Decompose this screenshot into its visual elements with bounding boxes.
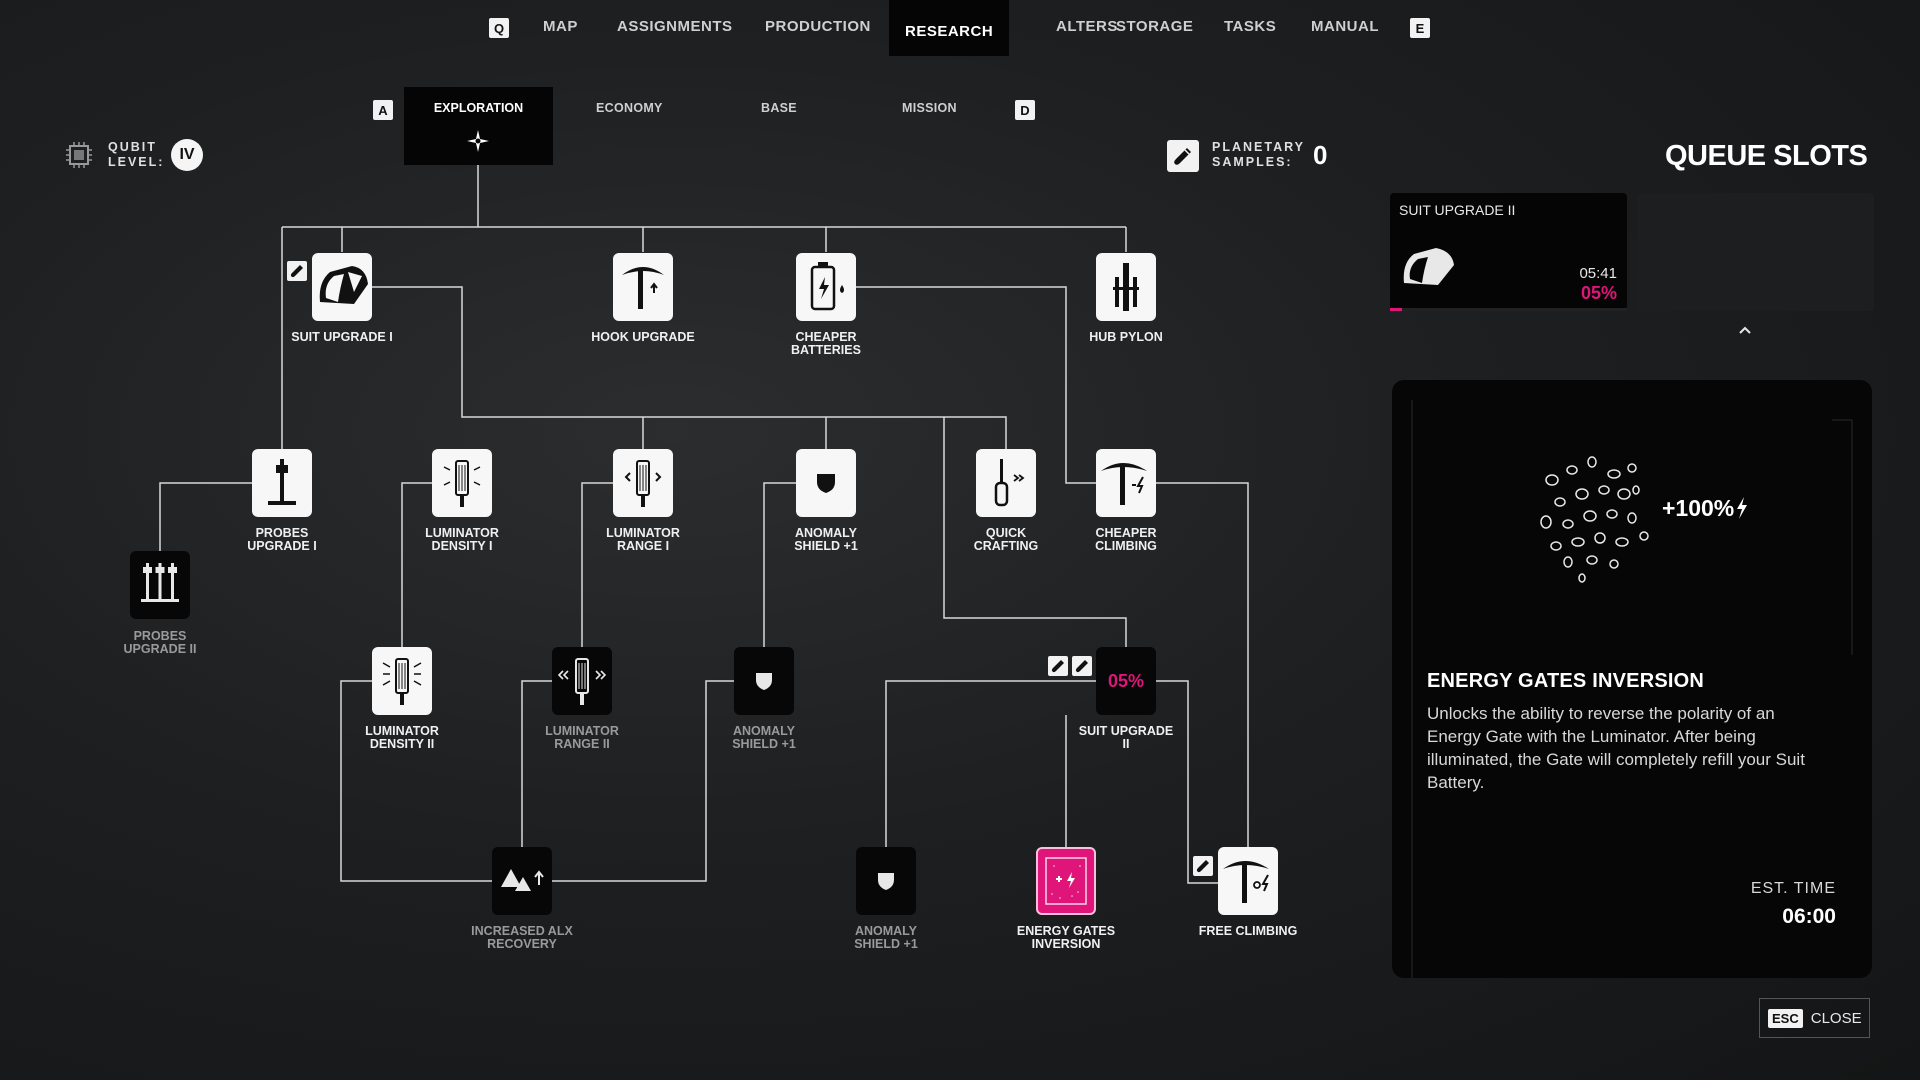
info-bonus-text: +100%: [1662, 495, 1735, 521]
shield-icon: [756, 673, 772, 690]
close-button[interactable]: ESC CLOSE: [1759, 998, 1870, 1038]
luminator-icon: [382, 658, 422, 705]
node-increased-alx-recovery[interactable]: [492, 847, 552, 915]
est-time-value: 06:00: [1782, 905, 1836, 928]
screwdriver-icon: [994, 459, 1025, 507]
sample-requirement-icon: [1072, 656, 1092, 676]
node-cheaper-batteries[interactable]: [796, 253, 856, 321]
label-anomaly-shield-b: ANOMALY SHIELD +1: [732, 724, 796, 751]
label-anomaly-shield-c: ANOMALY SHIELD +1: [854, 924, 918, 951]
energy-gate-icon: [1045, 857, 1087, 905]
label-increased-alx-recovery: INCREASED ALX RECOVERY: [471, 924, 573, 951]
label-luminator-density-1: LUMINATOR DENSITY I: [425, 526, 499, 553]
label-luminator-density-2: LUMINATOR DENSITY II: [365, 724, 439, 751]
node-anomaly-shield-a[interactable]: [796, 449, 856, 517]
node-luminator-range-1[interactable]: [613, 449, 673, 517]
battery-icon: [810, 262, 844, 311]
label-free-climbing: FREE CLIMBING: [1198, 924, 1298, 938]
queue-slot-1-progress-text: 05%: [1580, 283, 1617, 303]
queue-slot-1-progress-fill: [1390, 308, 1402, 311]
pickaxe-icon: [1101, 463, 1147, 505]
crystals-icon: [1540, 456, 1649, 583]
sample-requirement-icon: [1048, 656, 1068, 676]
helmet-icon: [319, 266, 368, 304]
node-suit-upgrade-1[interactable]: [312, 253, 372, 321]
node-suit-upgrade-2[interactable]: 05%: [1096, 647, 1156, 715]
luminator-icon: [443, 460, 481, 507]
luminator-icon: [558, 658, 606, 705]
queue-slot-1[interactable]: SUIT UPGRADE II 05:41 05%: [1390, 193, 1627, 311]
label-probes-upgrade-1: PROBES UPGRADE I: [247, 526, 317, 553]
label-anomaly-shield-a: ANOMALY SHIELD +1: [794, 526, 858, 553]
probe-icon: [268, 459, 296, 505]
node-luminator-range-2[interactable]: [552, 647, 612, 715]
lightning-icon: [1737, 497, 1747, 519]
label-cheaper-climbing: CHEAPER CLIMBING: [1095, 526, 1157, 553]
info-title: ENERGY GATES INVERSION: [1427, 670, 1705, 692]
node-probes-upgrade-1[interactable]: [252, 449, 312, 517]
helmet-icon: [1403, 248, 1454, 285]
shield-icon: [817, 474, 835, 493]
node-anomaly-shield-b[interactable]: [734, 647, 794, 715]
queue-slot-1-time: 05:41: [1579, 265, 1617, 282]
sample-requirement-icon: [287, 261, 307, 281]
est-time-label: EST. TIME: [1750, 880, 1836, 897]
label-cheaper-batteries: CHEAPER BATTERIES: [791, 330, 861, 357]
node-hook-upgrade[interactable]: [613, 253, 673, 321]
pickaxe-icon: [1223, 861, 1269, 903]
node-cheaper-climbing[interactable]: [1096, 449, 1156, 517]
label-hub-pylon: HUB PYLON: [1089, 330, 1163, 344]
info-description: Unlocks the ability to reverse the polar…: [1427, 704, 1805, 792]
pylon-icon: [1113, 263, 1139, 311]
suit-upgrade-2-progress: 05%: [1107, 670, 1145, 691]
esc-key: ESC: [1768, 1008, 1803, 1028]
node-hub-pylon[interactable]: [1096, 253, 1156, 321]
luminator-icon: [624, 460, 662, 507]
node-anomaly-shield-c[interactable]: [856, 847, 916, 915]
sample-requirement-icon: [1193, 856, 1213, 876]
label-suit-upgrade-2: SUIT UPGRADE II: [1078, 724, 1174, 751]
label-probes-upgrade-2: PROBES UPGRADE II: [123, 629, 197, 656]
label-luminator-range-1: LUMINATOR RANGE I: [606, 526, 680, 553]
node-luminator-density-2[interactable]: [372, 647, 432, 715]
label-hook-upgrade: HOOK UPGRADE: [591, 330, 695, 344]
shield-icon: [878, 873, 894, 890]
node-probes-upgrade-2[interactable]: [130, 551, 190, 619]
label-suit-upgrade-1: SUIT UPGRADE I: [291, 330, 393, 344]
node-free-climbing[interactable]: [1218, 847, 1278, 915]
alx-icon: [501, 869, 544, 891]
queue-slot-1-progress-track: [1390, 308, 1627, 311]
close-label: CLOSE: [1810, 1009, 1862, 1027]
node-luminator-density-1[interactable]: [432, 449, 492, 517]
node-energy-gates-inversion[interactable]: [1036, 847, 1096, 915]
label-luminator-range-2: LUMINATOR RANGE II: [545, 724, 619, 751]
pickaxe-icon: [622, 267, 664, 309]
queue-slots-title: QUEUE SLOTS: [1665, 140, 1868, 172]
probes-icon: [141, 563, 179, 602]
node-quick-crafting[interactable]: [976, 449, 1036, 517]
queue-slot-1-name: SUIT UPGRADE II: [1399, 202, 1516, 218]
queue-slot-2[interactable]: [1637, 193, 1874, 311]
chevron-up-icon[interactable]: [1738, 325, 1752, 335]
label-energy-gates-inversion: ENERGY GATES INVERSION: [1016, 924, 1116, 951]
